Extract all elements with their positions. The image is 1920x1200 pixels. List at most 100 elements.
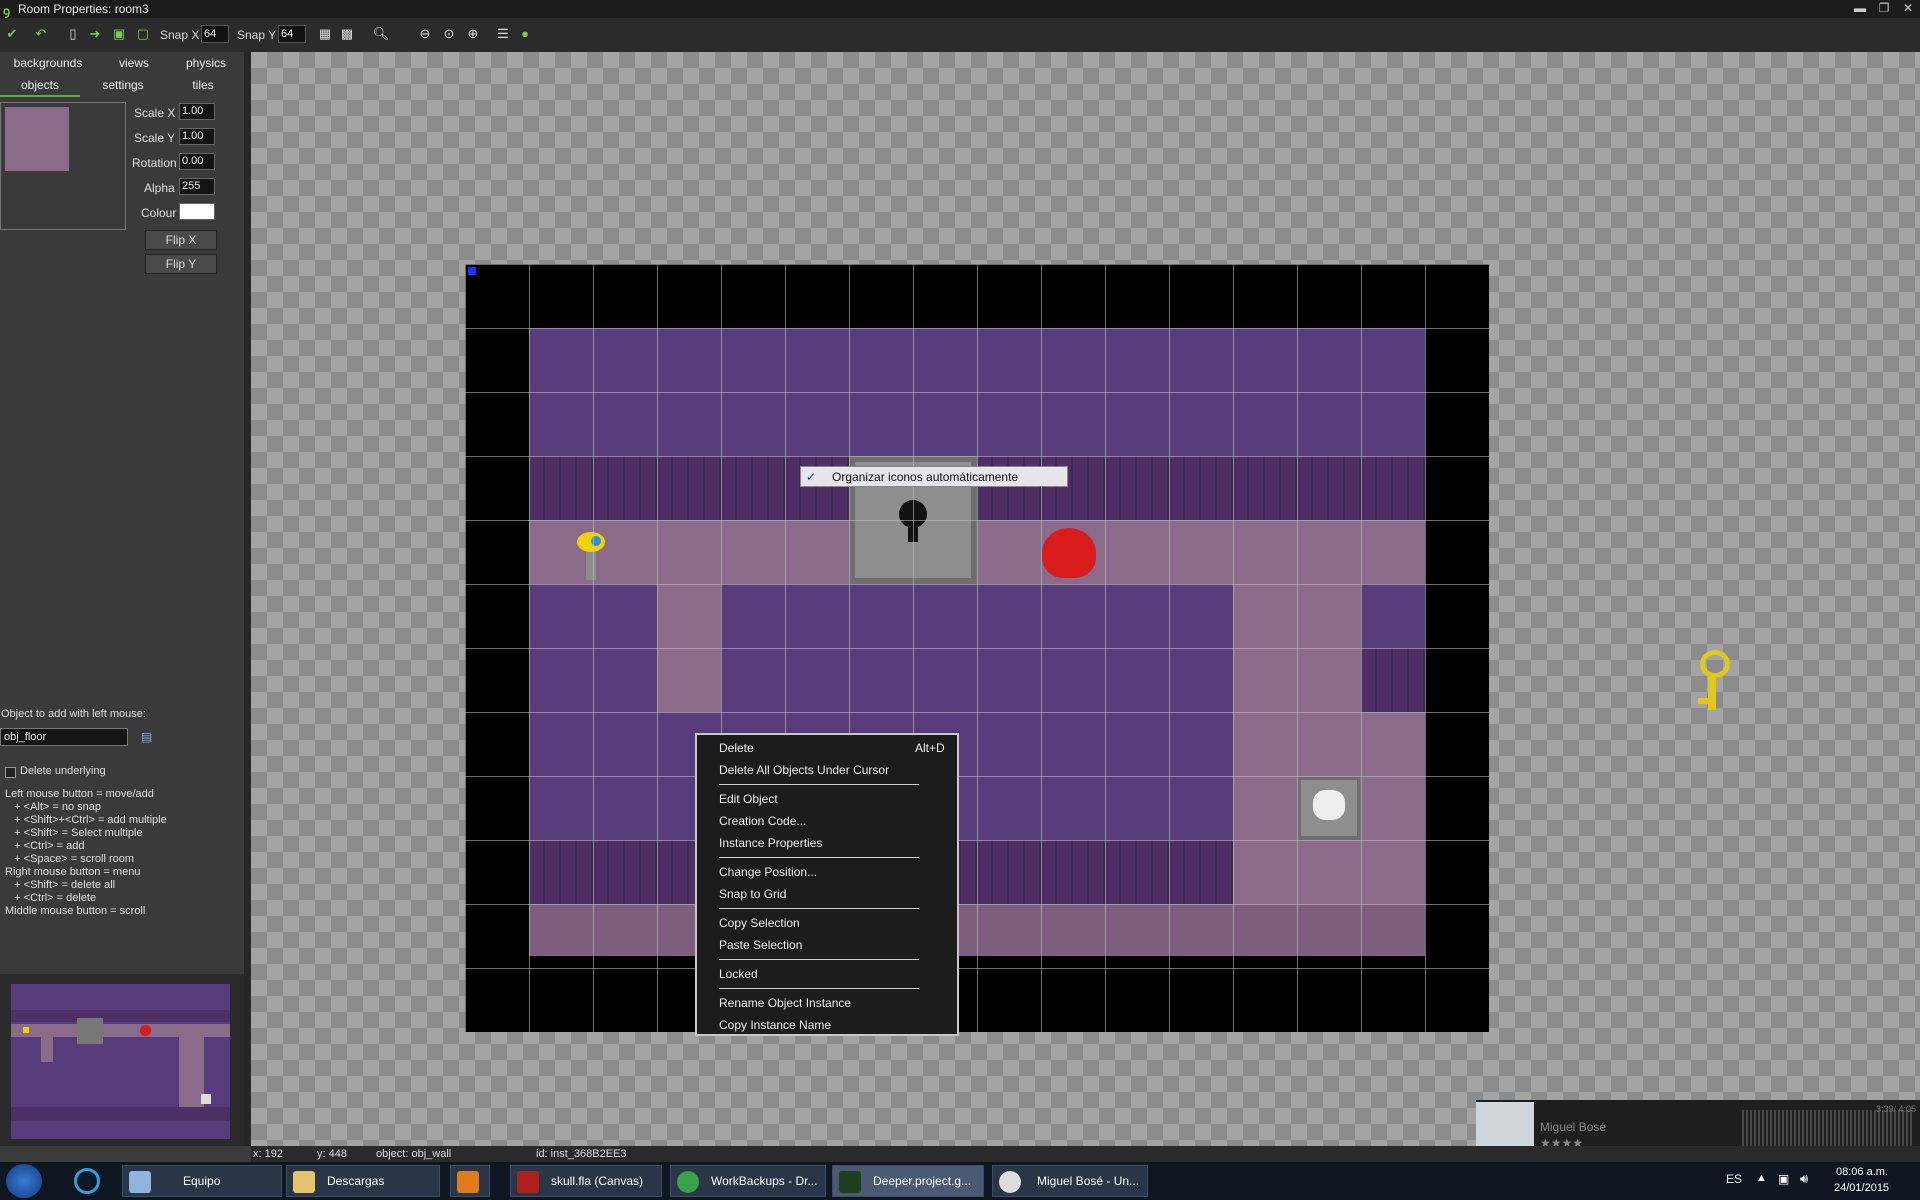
ie-icon[interactable]: [74, 1168, 100, 1194]
scale-x-label: Scale X: [134, 106, 176, 120]
flip-x-button[interactable]: Flip X: [145, 230, 217, 250]
menu-item-edit-object[interactable]: Edit Object: [719, 790, 778, 808]
tab-views[interactable]: views: [96, 53, 172, 73]
delete-underlying-checkbox[interactable]: [5, 767, 16, 778]
shift-icon[interactable]: ➜: [86, 25, 104, 43]
skull-block[interactable]: [1297, 776, 1361, 840]
object-menu-icon[interactable]: ▤: [141, 730, 152, 744]
zoom-icon[interactable]: 🔍︎: [372, 25, 390, 43]
key-sprite[interactable]: [1696, 650, 1730, 712]
taskbar-item-chrome[interactable]: WorkBackups - Dr...: [670, 1165, 826, 1197]
menu-separator: [719, 988, 919, 989]
room-area[interactable]: [465, 264, 1489, 1032]
clock-date[interactable]: 24/01/2015: [1834, 1182, 1889, 1194]
taskbar-item-gamemaker[interactable]: Deeper.project.g...: [832, 1165, 984, 1197]
rotation-input[interactable]: 0.00: [179, 153, 215, 170]
menu-item-paste-selection[interactable]: Paste Selection: [719, 936, 802, 954]
minimize-button[interactable]: ▬: [1850, 1, 1870, 15]
menu-item-creation-code[interactable]: Creation Code...: [719, 812, 806, 830]
language-indicator[interactable]: ES: [1726, 1172, 1742, 1186]
tab-settings[interactable]: settings: [80, 75, 166, 95]
taskbar-item-equipo[interactable]: Equipo: [122, 1165, 282, 1197]
unlock-icon[interactable]: ▢: [134, 25, 152, 43]
help-line: + <Ctrl> = delete: [5, 892, 97, 904]
snap-y-input[interactable]: 64: [278, 25, 306, 43]
snap-x-input[interactable]: 64: [201, 25, 229, 43]
snap-x-label: Snap X: [160, 28, 200, 42]
zoom-out-icon[interactable]: ⊖: [416, 25, 434, 43]
help-line: + <Shift> = Select multiple: [5, 827, 143, 839]
help-text: Left mouse button = move/add + <Alt> = n…: [5, 788, 167, 918]
scale-x-input[interactable]: 1.00: [179, 103, 215, 120]
tab-backgrounds[interactable]: backgrounds: [0, 53, 96, 73]
status-x: x: 192: [253, 1148, 283, 1160]
toolbar: ✔ ↶ ▯ ➜ ▣ ▢ Snap X 64 Snap Y 64 ▦ ▩ 🔍︎ ⊖…: [0, 18, 1920, 53]
panel-splitter[interactable]: [244, 52, 251, 1146]
check-icon: ✓: [806, 470, 817, 484]
colour-label: Colour: [141, 206, 177, 220]
auto-arrange-menu-item[interactable]: ✓ Organizar iconos automáticamente: [800, 466, 1068, 487]
taskbar-item-media[interactable]: [450, 1165, 490, 1197]
undo-icon[interactable]: ↶: [32, 25, 50, 43]
minimap-skull-icon: [201, 1094, 211, 1104]
confirm-icon[interactable]: ✔: [3, 25, 21, 43]
network-icon[interactable]: ▣: [1778, 1172, 1789, 1186]
minimap-view: [11, 984, 230, 1139]
colour-swatch[interactable]: [179, 203, 215, 220]
tab-physics[interactable]: physics: [172, 53, 240, 73]
floor-column-right: [1233, 584, 1361, 904]
help-icon[interactable]: ●: [516, 25, 534, 43]
show-hidden-icons[interactable]: ▲: [1756, 1172, 1767, 1184]
delete-underlying-label: Delete underlying: [20, 765, 106, 777]
keyhole-stem: [908, 520, 918, 542]
floor-right-block: [1361, 712, 1425, 904]
zoom-in-icon[interactable]: ⊕: [464, 25, 482, 43]
menu-separator: [719, 857, 919, 858]
menu-separator: [719, 959, 919, 960]
alpha-label: Alpha: [144, 181, 175, 195]
purple-floor-region: [529, 328, 1425, 456]
menu-item-instance-properties[interactable]: Instance Properties: [719, 834, 822, 852]
alpha-input[interactable]: 255: [179, 178, 215, 195]
flip-y-button[interactable]: Flip Y: [145, 254, 217, 274]
start-button[interactable]: [6, 1164, 42, 1198]
clock-time[interactable]: 08:06 a.m.: [1836, 1166, 1888, 1178]
taskbar-item-flash[interactable]: skull.fla (Canvas): [510, 1165, 662, 1197]
status-y: y: 448: [317, 1148, 347, 1160]
menu-item-locked[interactable]: Locked: [719, 965, 758, 983]
menu-item-snap-to-grid[interactable]: Snap to Grid: [719, 885, 786, 903]
menu-item-copy-selection[interactable]: Copy Selection: [719, 914, 800, 932]
grid-icon[interactable]: ▦: [316, 25, 334, 43]
scale-y-label: Scale Y: [134, 131, 176, 145]
menu-item-change-position[interactable]: Change Position...: [719, 863, 817, 881]
player-sprite[interactable]: [577, 528, 605, 580]
help-line: Middle mouse button = scroll: [5, 905, 146, 917]
menu-item-delete[interactable]: Delete: [719, 739, 754, 757]
object-select-field[interactable]: obj_floor: [0, 728, 128, 746]
red-monster-sprite[interactable]: [1042, 528, 1096, 578]
menu-separator: [719, 908, 919, 909]
status-object: object: obj_wall: [376, 1148, 452, 1160]
volume-icon[interactable]: 🔊︎: [1800, 1171, 1808, 1187]
minimap-enemy-icon: [140, 1025, 151, 1036]
menu-item-copy-instance-name[interactable]: Copy Instance Name: [719, 1016, 831, 1034]
maximize-button[interactable]: ❐: [1874, 1, 1894, 15]
object-preview-box[interactable]: [0, 102, 126, 230]
new-icon[interactable]: ▯: [64, 25, 82, 43]
taskbar-item-descargas[interactable]: Descargas: [286, 1165, 440, 1197]
menu-item-rename-instance[interactable]: Rename Object Instance: [719, 994, 851, 1012]
tab-objects[interactable]: objects: [0, 75, 80, 97]
left-panel: backgrounds views physics objects settin…: [0, 52, 248, 1148]
lock-icon[interactable]: ▣: [110, 25, 128, 43]
close-button[interactable]: ✕: [1898, 1, 1918, 15]
iso-grid-icon[interactable]: ▩: [338, 25, 356, 43]
floor-corridor: [529, 520, 1425, 584]
zoom-reset-icon[interactable]: ⊙: [440, 25, 458, 43]
taskbar-item-media-player[interactable]: Miguel Bosé - Un...: [992, 1165, 1148, 1197]
tab-tiles[interactable]: tiles: [166, 75, 240, 95]
list-icon[interactable]: ☰: [494, 25, 512, 43]
minimap-lock-icon: [77, 1018, 103, 1044]
menu-item-delete-all-under-cursor[interactable]: Delete All Objects Under Cursor: [719, 761, 889, 779]
scale-y-input[interactable]: 1.00: [179, 128, 215, 145]
room-minimap[interactable]: [0, 974, 245, 1146]
